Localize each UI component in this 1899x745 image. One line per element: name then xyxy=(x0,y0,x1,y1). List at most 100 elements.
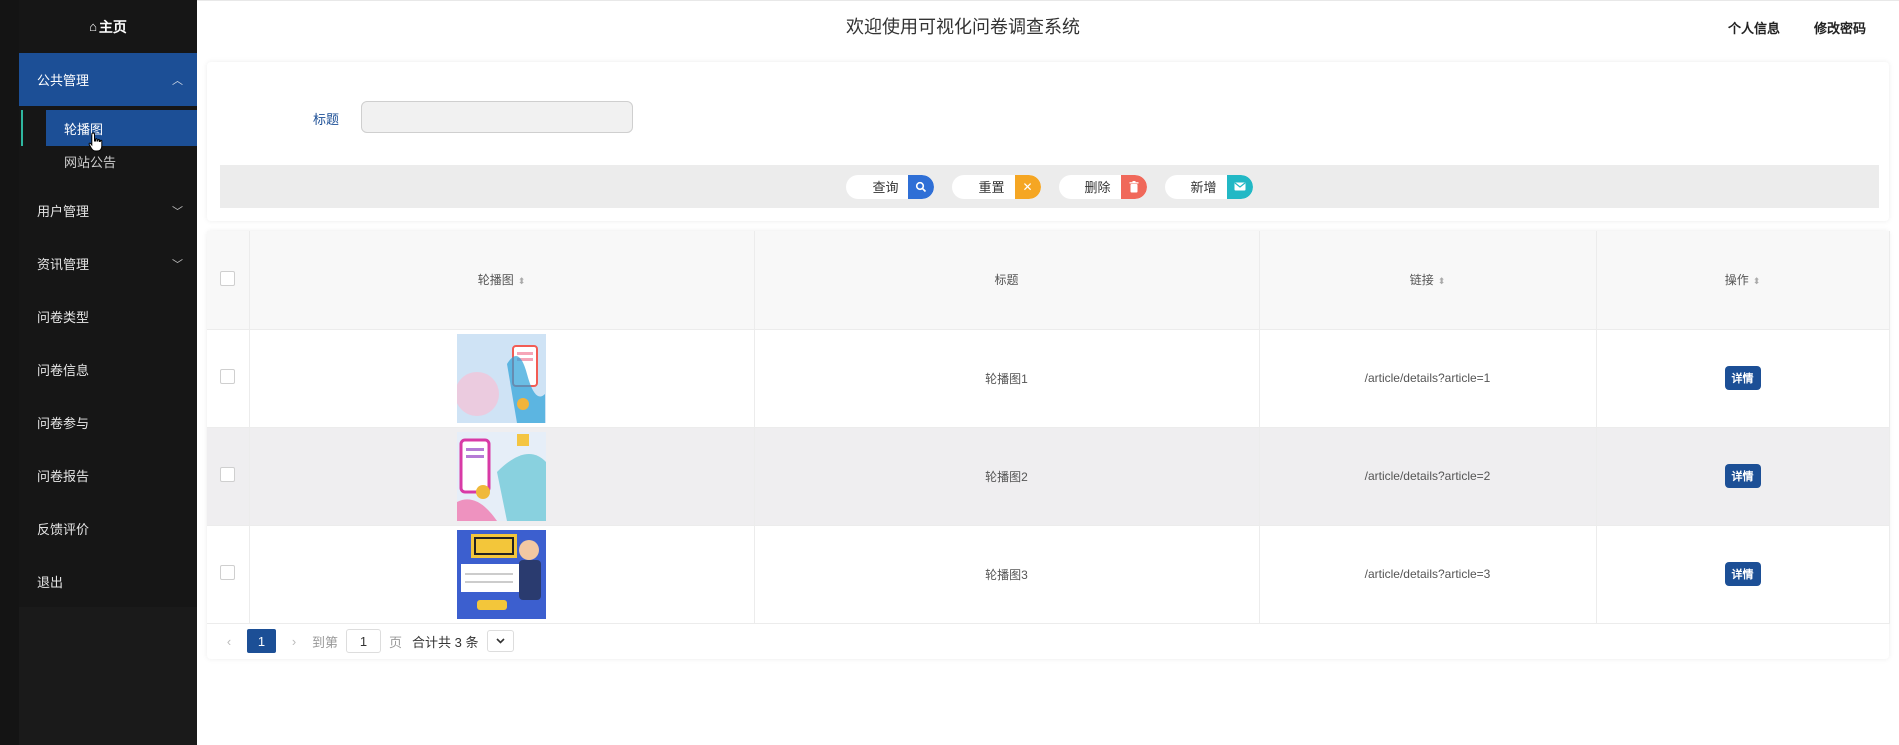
action-cell: 详情 xyxy=(1596,427,1890,526)
table-panel: 轮播图 ⬍ 标题 链接 ⬍ 操作 ⬍ 轮播图1 /article/details… xyxy=(207,231,1890,659)
sidebar-item-notice[interactable]: 网站公告 xyxy=(46,146,197,176)
sidebar-item-survey-info[interactable]: 问卷信息 xyxy=(19,343,197,396)
sidebar-group-label: 公共管理 xyxy=(37,73,90,88)
image-cell xyxy=(249,525,755,624)
sidebar-item-survey-participation[interactable]: 问卷参与 xyxy=(19,396,197,449)
title-cell: 轮播图1 xyxy=(754,329,1260,428)
sidebar-item-survey-report[interactable]: 问卷报告 xyxy=(19,449,197,502)
row-checkbox[interactable] xyxy=(220,467,236,482)
page-size-select[interactable] xyxy=(486,630,514,652)
column-header-label: 操作 xyxy=(1724,273,1749,288)
active-indicator xyxy=(21,110,23,146)
row-checkbox[interactable] xyxy=(220,369,236,384)
add-button-label: 新增 xyxy=(1190,180,1217,195)
add-button[interactable]: 新增 xyxy=(1164,174,1253,199)
chevron-down-icon: ﹀ xyxy=(172,205,183,218)
sort-icon: ⬍ xyxy=(1437,276,1446,287)
chevron-right-icon[interactable]: › xyxy=(284,634,304,649)
sidebar-item-label: 资讯管理 xyxy=(37,257,90,272)
header-links: 个人信息 修改密码 xyxy=(1728,18,1866,37)
search-icon xyxy=(908,174,935,199)
title-cell: 轮播图2 xyxy=(754,427,1260,526)
select-all-cell xyxy=(207,231,250,330)
link-cell: /article/details?article=1 xyxy=(1259,329,1597,428)
title-filter-label: 标题 xyxy=(313,112,340,127)
sidebar-home[interactable]: ⌂ 主页 xyxy=(19,0,197,53)
home-icon: ⌂ xyxy=(89,19,97,34)
change-password-link[interactable]: 修改密码 xyxy=(1814,18,1866,37)
title-search-input[interactable] xyxy=(361,101,633,133)
sidebar-item-news[interactable]: 资讯管理 ﹀ xyxy=(19,237,197,290)
query-button-label: 查询 xyxy=(872,180,899,195)
action-cell: 详情 xyxy=(1596,525,1890,624)
profile-link[interactable]: 个人信息 xyxy=(1728,18,1780,37)
query-button[interactable]: 查询 xyxy=(846,174,935,199)
table-row: 轮播图2 /article/details?article=2 详情 xyxy=(207,427,1890,526)
table-row: 轮播图3 /article/details?article=3 详情 xyxy=(207,525,1890,624)
chevron-up-icon: ︿ xyxy=(172,74,183,87)
detail-button[interactable]: 详情 xyxy=(1724,366,1761,390)
column-header-title: 标题 xyxy=(754,231,1260,330)
page-suffix-label: 页 xyxy=(389,634,403,650)
image-cell xyxy=(249,427,755,526)
page-title: 欢迎使用可视化问卷调查系统 xyxy=(846,17,1080,37)
column-header-image[interactable]: 轮播图 ⬍ xyxy=(249,231,755,330)
detail-button[interactable]: 详情 xyxy=(1724,562,1761,586)
column-header-label: 轮播图 xyxy=(477,273,514,288)
select-all-checkbox[interactable] xyxy=(220,270,236,286)
sort-icon: ⬍ xyxy=(1752,276,1761,287)
chevron-left-icon[interactable]: ‹ xyxy=(219,634,239,649)
action-bar: 查询 重置 ✕ 删除 新增 xyxy=(220,165,1879,208)
action-cell: 详情 xyxy=(1596,329,1890,428)
carousel-thumbnail[interactable] xyxy=(457,333,546,423)
close-icon: ✕ xyxy=(1014,174,1041,199)
delete-button-label: 删除 xyxy=(1084,180,1111,195)
carousel-table: 轮播图 ⬍ 标题 链接 ⬍ 操作 ⬍ 轮播图1 /article/details… xyxy=(207,231,1890,624)
search-panel: 标题 查询 重置 ✕ 删除 新增 xyxy=(207,62,1889,221)
table-row: 轮播图1 /article/details?article=1 详情 xyxy=(207,329,1890,428)
sidebar-item-label: 问卷类型 xyxy=(37,310,90,325)
link-cell: /article/details?article=3 xyxy=(1259,525,1597,624)
column-header-action[interactable]: 操作 ⬍ xyxy=(1596,231,1890,330)
sidebar-item-label: 用户管理 xyxy=(37,204,90,219)
title-cell: 轮播图3 xyxy=(754,525,1260,624)
link-cell: /article/details?article=2 xyxy=(1259,427,1597,526)
sidebar-item-label: 问卷信息 xyxy=(37,363,90,378)
reset-button[interactable]: 重置 ✕ xyxy=(952,174,1041,199)
sidebar-item-label: 网站公告 xyxy=(64,154,117,170)
sidebar-item-label: 问卷报告 xyxy=(37,469,90,484)
sidebar-edge xyxy=(0,0,19,745)
carousel-thumbnail[interactable] xyxy=(457,529,546,619)
sidebar-item-logout[interactable]: 退出 xyxy=(19,555,197,608)
sidebar-item-survey-type[interactable]: 问卷类型 xyxy=(19,290,197,343)
sidebar-item-label: 反馈评价 xyxy=(37,522,90,537)
delete-button[interactable]: 删除 xyxy=(1058,174,1147,199)
hand-cursor-icon xyxy=(88,132,103,152)
reset-button-label: 重置 xyxy=(978,180,1005,195)
sidebar-item-label: 问卷参与 xyxy=(37,416,90,431)
row-select-cell xyxy=(207,427,250,526)
carousel-thumbnail[interactable] xyxy=(457,431,546,521)
current-page-button[interactable]: 1 xyxy=(247,629,276,653)
row-checkbox[interactable] xyxy=(220,565,236,580)
sidebar-item-carousel[interactable]: 轮播图 xyxy=(46,110,197,146)
trash-icon xyxy=(1120,174,1147,199)
pagination: ‹ 1 › 到第 1 页 合计共 3 条 xyxy=(219,629,514,653)
column-header-label: 链接 xyxy=(1409,273,1434,288)
total-count: 合计共 3 条 xyxy=(412,634,479,650)
sidebar-group-public[interactable]: 公共管理 ︿ xyxy=(19,53,197,106)
page-number-input[interactable]: 1 xyxy=(346,629,382,653)
column-header-link[interactable]: 链接 ⬍ xyxy=(1259,231,1597,330)
detail-button[interactable]: 详情 xyxy=(1724,464,1761,488)
sidebar-item-users[interactable]: 用户管理 ﹀ xyxy=(19,184,197,237)
column-header-label: 标题 xyxy=(994,273,1019,288)
chevron-down-icon: ﹀ xyxy=(172,258,183,271)
top-header: 欢迎使用可视化问卷调查系统 个人信息 修改密码 xyxy=(197,0,1899,53)
chevron-down-icon xyxy=(495,638,505,644)
goto-label: 到第 xyxy=(312,634,339,650)
row-select-cell xyxy=(207,329,250,428)
sidebar-item-feedback[interactable]: 反馈评价 xyxy=(19,502,197,555)
mail-icon xyxy=(1226,174,1253,199)
image-cell xyxy=(249,329,755,428)
sidebar-item-label: 退出 xyxy=(37,575,64,590)
